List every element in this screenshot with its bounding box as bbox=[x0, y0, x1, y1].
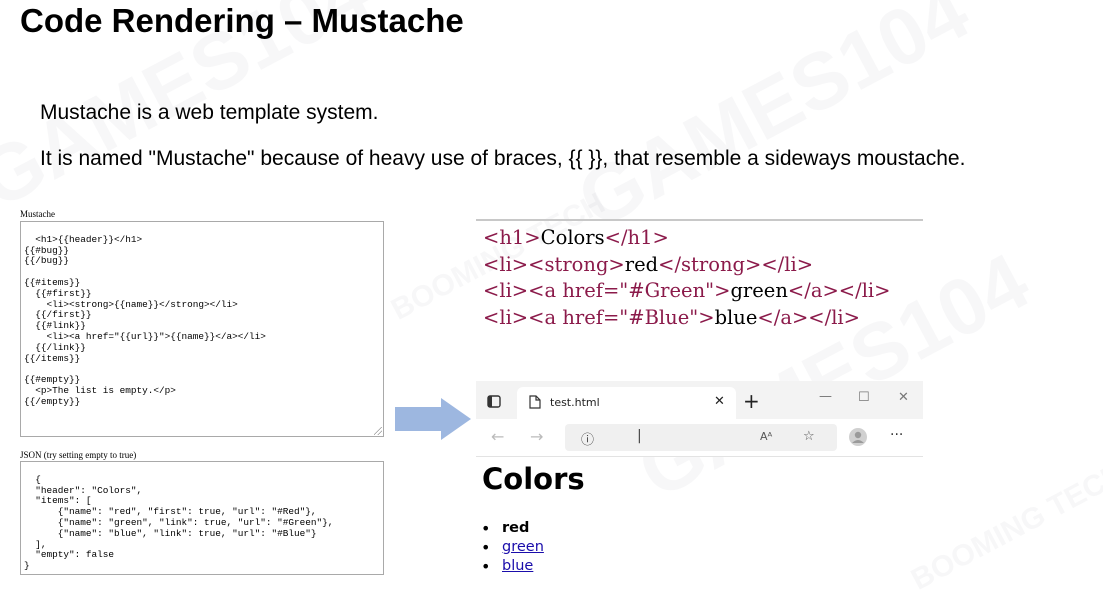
maximize-icon[interactable]: ☐ bbox=[858, 390, 870, 405]
minimize-icon[interactable]: — bbox=[819, 389, 832, 404]
resize-grip-icon[interactable] bbox=[374, 427, 382, 435]
html-output-line: <li><a href="#Green">green</a></li> bbox=[483, 279, 891, 302]
json-label: JSON (try setting empty to true) bbox=[20, 450, 137, 460]
browser-window: test.html ✕ + — ☐ ✕ ← → ⓘ | Aᴬ ☆ ··· bbox=[476, 381, 923, 457]
tab-title: test.html bbox=[550, 396, 600, 409]
list-item-red: red bbox=[502, 520, 530, 536]
html-output: <h1>Colors</h1> <li><strong>red</strong><… bbox=[476, 219, 923, 337]
page-list: red green blue bbox=[480, 519, 544, 576]
template-label: Mustache bbox=[20, 209, 55, 219]
address-bar[interactable]: ⓘ | Aᴬ ☆ bbox=[565, 424, 837, 451]
new-tab-icon[interactable]: + bbox=[743, 389, 760, 413]
close-window-icon[interactable]: ✕ bbox=[898, 390, 909, 405]
list-item: blue bbox=[480, 557, 544, 576]
page-heading: Colors bbox=[482, 462, 585, 496]
slide-bullet: Mustache is a web template system. bbox=[40, 101, 379, 124]
link-green[interactable]: green bbox=[502, 539, 544, 555]
list-item: red bbox=[480, 519, 544, 538]
html-output-line: <li><strong>red</strong></li> bbox=[483, 252, 814, 276]
json-text: { "header": "Colors", "items": [ {"name"… bbox=[24, 473, 334, 572]
template-text: <h1>{{header}}</h1> {{#bug}} {{/bug}} {{… bbox=[24, 233, 266, 407]
link-blue[interactable]: blue bbox=[502, 558, 533, 574]
back-icon[interactable]: ← bbox=[491, 427, 504, 446]
read-aloud-icon[interactable]: Aᴬ bbox=[760, 430, 772, 443]
add-favorite-icon[interactable]: ☆ bbox=[803, 429, 815, 444]
slide-bullet: It is named "Mustache" because of heavy … bbox=[40, 147, 966, 170]
list-item: green bbox=[480, 538, 544, 557]
tab-test-html[interactable]: test.html ✕ bbox=[517, 387, 736, 419]
more-icon[interactable]: ··· bbox=[890, 427, 903, 443]
watermark: GAMES104 bbox=[563, 0, 983, 246]
html-output-line: <li><a href="#Blue">blue</a></li> bbox=[483, 305, 861, 329]
json-textarea[interactable]: { "header": "Colors", "items": [ {"name"… bbox=[20, 461, 384, 575]
forward-icon[interactable]: → bbox=[530, 427, 543, 446]
slide-title: Code Rendering – Mustache bbox=[20, 2, 464, 39]
profile-icon[interactable] bbox=[848, 427, 868, 447]
text-cursor-icon: | bbox=[637, 428, 642, 444]
page-icon bbox=[529, 395, 541, 409]
template-textarea[interactable]: <h1>{{header}}</h1> {{#bug}} {{/bug}} {{… bbox=[20, 221, 384, 437]
tab-bar: test.html ✕ + — ☐ ✕ bbox=[476, 381, 923, 419]
close-tab-icon[interactable]: ✕ bbox=[714, 394, 725, 409]
watermark: BOOMING TECH bbox=[905, 456, 1103, 597]
html-output-line: <h1>Colors</h1> bbox=[483, 226, 669, 249]
info-icon[interactable]: ⓘ bbox=[581, 429, 594, 448]
arrow-right-icon bbox=[395, 398, 471, 440]
browser-toolbar: ← → ⓘ | Aᴬ ☆ ··· bbox=[476, 419, 923, 457]
sidebar-toggle-icon[interactable] bbox=[487, 395, 501, 408]
